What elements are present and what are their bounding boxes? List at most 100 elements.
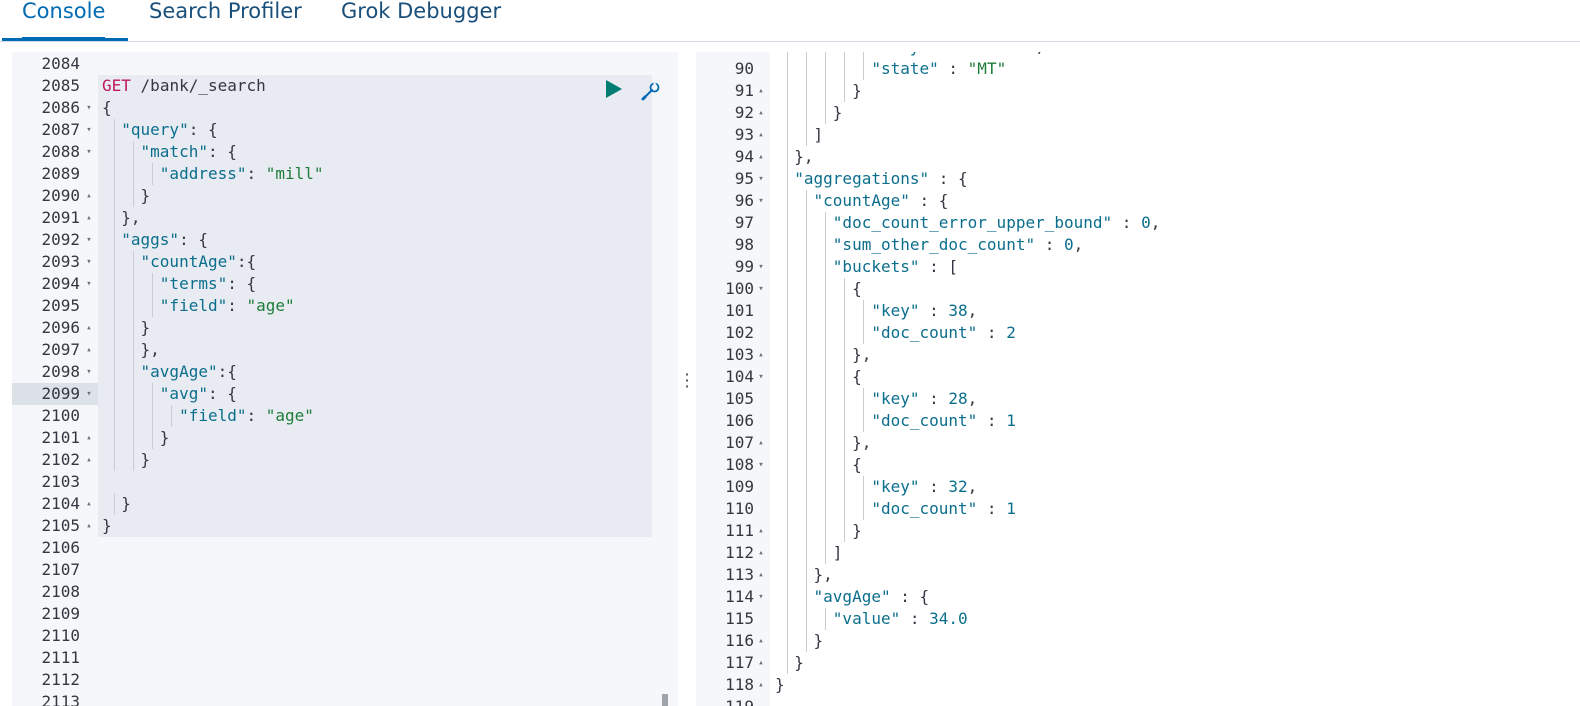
- code-line: "aggs": {: [98, 229, 678, 251]
- fold-expand-icon[interactable]: ▴: [84, 339, 94, 361]
- tab-search-profiler[interactable]: Search Profiler: [149, 0, 302, 40]
- fold-expand-icon[interactable]: ▴: [756, 630, 766, 652]
- fold-collapse-icon[interactable]: ▾: [756, 586, 766, 608]
- fold-collapse-icon[interactable]: ▾: [756, 454, 766, 476]
- fold-expand-icon[interactable]: ▴: [84, 449, 94, 471]
- fold-expand-icon[interactable]: ▴: [84, 185, 94, 207]
- fold-collapse-icon[interactable]: ▾: [756, 190, 766, 212]
- code-line: "value" : 34.0: [770, 608, 1580, 630]
- fold-expand-icon[interactable]: ▴: [756, 80, 766, 102]
- line-number: 2090 ▴: [12, 185, 92, 207]
- line-number: 95 ▾: [696, 168, 764, 190]
- code-line: {: [775, 454, 862, 476]
- pane-resizer[interactable]: · · ·: [678, 52, 696, 706]
- fold-collapse-icon[interactable]: ▾: [84, 119, 94, 141]
- fold-expand-icon[interactable]: ▴: [756, 564, 766, 586]
- line-number: 2109: [41, 604, 80, 623]
- code-line: {: [775, 278, 862, 300]
- line-number: 102: [725, 323, 754, 342]
- code-line: "countAge":{: [98, 251, 678, 273]
- code-line: }: [102, 493, 131, 515]
- code-line: },: [102, 207, 141, 229]
- line-number: 109: [725, 477, 754, 496]
- fold-collapse-icon[interactable]: ▾: [84, 97, 94, 119]
- code-line: "match": {: [98, 141, 678, 163]
- line-number: 112 ▴: [696, 542, 764, 564]
- fold-expand-icon[interactable]: ▴: [756, 520, 766, 542]
- fold-collapse-icon[interactable]: ▾: [84, 251, 94, 273]
- line-number: 117 ▴: [696, 652, 764, 674]
- fold-expand-icon[interactable]: ▴: [756, 432, 766, 454]
- code-line: }: [102, 317, 151, 339]
- line-number: 2084: [41, 54, 80, 73]
- response-code[interactable]: "city" : "Auxier", "state" : "MT" } } ] …: [770, 52, 1580, 706]
- line-number: 101: [725, 301, 754, 320]
- line-number: 107 ▴: [696, 432, 764, 454]
- fold-collapse-icon[interactable]: ▾: [84, 141, 94, 163]
- code-line: },: [775, 344, 872, 366]
- line-number: 93 ▴: [696, 124, 764, 146]
- fold-expand-icon[interactable]: ▴: [756, 146, 766, 168]
- fold-expand-icon[interactable]: ▴: [756, 652, 766, 674]
- line-number: 2088 ▾: [12, 141, 92, 163]
- line-number: 103 ▴: [696, 344, 764, 366]
- tab-console[interactable]: Console: [22, 0, 106, 40]
- code-line: "countAge" : {: [770, 190, 1580, 212]
- tab-grok-debugger[interactable]: Grok Debugger: [341, 0, 501, 40]
- fold-expand-icon[interactable]: ▴: [756, 542, 766, 564]
- fold-expand-icon[interactable]: ▴: [84, 493, 94, 515]
- fold-collapse-icon[interactable]: ▾: [756, 256, 766, 278]
- code-line: {: [102, 98, 112, 117]
- line-number: 98: [734, 235, 754, 254]
- fold-expand-icon[interactable]: ▴: [756, 674, 766, 696]
- request-editor[interactable]: 2084 2085 2086 ▾ 2087 ▾ 2088 ▾ 2089 2090 ▴ 2091 ▴ 209…: [12, 52, 678, 706]
- fold-expand-icon[interactable]: ▴: [84, 317, 94, 339]
- fold-expand-icon[interactable]: ▴: [756, 344, 766, 366]
- line-number: 2112: [41, 670, 80, 689]
- fold-expand-icon[interactable]: ▴: [756, 102, 766, 124]
- line-number: 2106: [41, 538, 80, 557]
- fold-collapse-icon[interactable]: ▾: [756, 168, 766, 190]
- fold-collapse-icon[interactable]: ▾: [84, 383, 94, 405]
- fold-collapse-icon[interactable]: ▾: [756, 278, 766, 300]
- fold-expand-icon[interactable]: ▴: [84, 427, 94, 449]
- code-line: },: [775, 432, 872, 454]
- fold-collapse-icon[interactable]: ▾: [84, 361, 94, 383]
- code-line: }: [775, 520, 862, 542]
- line-number: 2107: [41, 560, 80, 579]
- line-number: 2086 ▾: [12, 97, 92, 119]
- line-number: 2108: [41, 582, 80, 601]
- code-line: },: [775, 564, 833, 586]
- play-icon[interactable]: [606, 80, 622, 98]
- line-number: 2095: [41, 296, 80, 315]
- fold-collapse-icon[interactable]: ▾: [756, 366, 766, 388]
- response-viewer[interactable]: 899091▴92▴93▴94▴95▾96▾979899▾100▾1011021…: [696, 52, 1580, 706]
- code-line: "query": {: [98, 119, 678, 141]
- code-line: }: [102, 427, 170, 449]
- fold-expand-icon[interactable]: ▴: [756, 124, 766, 146]
- line-number: 97: [734, 213, 754, 232]
- code-line: GET /bank/_search: [102, 76, 266, 95]
- line-number: 2111: [41, 648, 80, 667]
- wrench-icon[interactable]: [640, 80, 662, 102]
- line-number: 114 ▾: [696, 586, 764, 608]
- fold-collapse-icon[interactable]: ▾: [84, 273, 94, 295]
- active-tab-underline: [2, 38, 128, 41]
- line-number: 116 ▴: [696, 630, 764, 652]
- fold-collapse-icon[interactable]: ▾: [84, 229, 94, 251]
- request-code[interactable]: GET /bank/_search { "query": { "match": {…: [98, 52, 678, 706]
- code-line: }: [775, 675, 785, 694]
- code-line: "field": "age": [98, 405, 678, 427]
- editor-scrollbar[interactable]: [662, 694, 668, 706]
- code-line: "key" : 38,: [770, 300, 1580, 322]
- fold-expand-icon[interactable]: ▴: [84, 207, 94, 229]
- line-number: 100 ▾: [696, 278, 764, 300]
- fold-expand-icon[interactable]: ▴: [84, 515, 94, 537]
- code-line: }: [775, 630, 824, 652]
